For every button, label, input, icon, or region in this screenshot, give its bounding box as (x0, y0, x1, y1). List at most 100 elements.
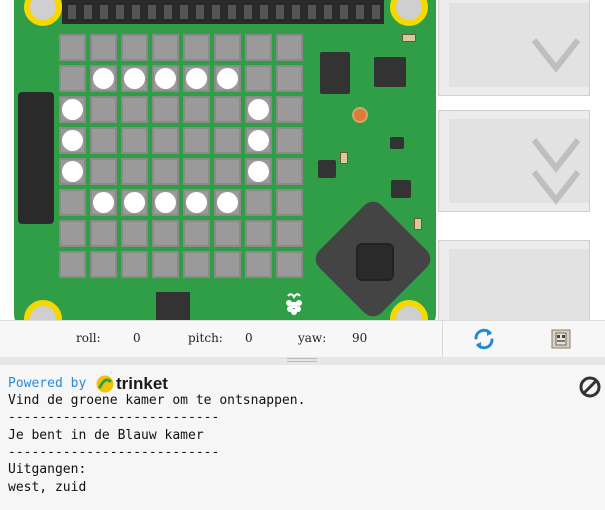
led-pixel (59, 251, 86, 278)
resize-handle[interactable] (287, 358, 317, 364)
powered-by-text: Powered by (8, 376, 87, 391)
led-pixel (276, 65, 303, 92)
side-connector (18, 92, 54, 224)
led-pixel (214, 251, 241, 278)
led-pixel (276, 220, 303, 247)
gpio-pin (164, 5, 172, 19)
led-pixel (245, 158, 272, 185)
sensor-chip (374, 57, 406, 87)
led-pixel (183, 96, 210, 123)
led-lit (155, 192, 176, 213)
led-pixel (276, 96, 303, 123)
led-pixel (276, 189, 303, 216)
led-pixel (90, 220, 117, 247)
led-pixel (121, 34, 148, 61)
led-pixel (214, 189, 241, 216)
led-lit (217, 192, 238, 213)
led-lit (124, 68, 145, 89)
console-line: west, zuid (8, 480, 87, 495)
chip-icon[interactable] (549, 327, 573, 351)
gpio-pin (212, 5, 220, 19)
raspberry-pi-logo (286, 293, 302, 315)
led-pixel (90, 251, 117, 278)
toolbar-divider (442, 321, 443, 357)
led-pixel (59, 34, 86, 61)
sensor-controls: roll: 0 pitch: 0 yaw: 90 (0, 320, 605, 358)
led-pixel (214, 65, 241, 92)
led-lit (248, 99, 269, 120)
led-pixel (214, 220, 241, 247)
led-pixel (90, 65, 117, 92)
led-pixel (214, 34, 241, 61)
led-pixel (183, 127, 210, 154)
led-pixel (152, 34, 179, 61)
led-pixel (121, 220, 148, 247)
led-pixel (121, 251, 148, 278)
led-pixel (245, 189, 272, 216)
led-pixel (276, 127, 303, 154)
console-line: Je bent in de Blauw kamer (8, 428, 204, 443)
gpio-pin (148, 5, 156, 19)
trinket-logo[interactable]: trinket (96, 374, 168, 394)
led-pixel (183, 65, 210, 92)
led-pixel (245, 96, 272, 123)
sensor-chip (391, 180, 411, 198)
led-pixel (245, 127, 272, 154)
led-pixel (121, 189, 148, 216)
led-pixel (121, 158, 148, 185)
led-pixel (121, 65, 148, 92)
roll-value[interactable]: 0 (133, 331, 141, 345)
led-pixel (152, 189, 179, 216)
led-pixel (90, 158, 117, 185)
sense-hat-emulator (0, 0, 605, 320)
led-lit (186, 68, 207, 89)
led-pixel (183, 220, 210, 247)
led-pixel (152, 127, 179, 154)
led-lit (155, 68, 176, 89)
gpio-pin (116, 5, 124, 19)
pitch-value[interactable]: 0 (245, 331, 253, 345)
console-line: --------------------------- (8, 445, 220, 460)
gpio-pin (308, 5, 316, 19)
yaw-value[interactable]: 90 (352, 331, 367, 345)
gpio-pin (244, 5, 252, 19)
console-line: Uitgangen: (8, 462, 87, 477)
led-pixel (245, 65, 272, 92)
joystick-button[interactable] (356, 243, 394, 281)
trinket-logo-icon (96, 375, 114, 393)
led-lit (62, 161, 83, 182)
console-output: Powered by trinket Vind de groene kamer … (0, 365, 605, 510)
refresh-icon[interactable] (472, 327, 496, 351)
led-lit (62, 130, 83, 151)
yaw-label: yaw: (298, 331, 327, 345)
led-pixel (183, 158, 210, 185)
gpio-pin (372, 5, 380, 19)
led-pixel (59, 158, 86, 185)
led-pixel (245, 251, 272, 278)
led-pixel (214, 158, 241, 185)
led-lit (124, 192, 145, 213)
gpio-pin (132, 5, 140, 19)
led-pixel (59, 65, 86, 92)
sensor-chip (320, 52, 350, 94)
roll-label: roll: (76, 331, 101, 345)
led-pixel (90, 96, 117, 123)
gpio-pin (356, 5, 364, 19)
gpio-pin (180, 5, 188, 19)
led-lit (93, 68, 114, 89)
led-pixel (59, 127, 86, 154)
gpio-header (62, 0, 384, 24)
smd-component (414, 218, 422, 230)
stop-icon[interactable] (579, 376, 601, 398)
led-pixel (214, 127, 241, 154)
led-pixel (59, 220, 86, 247)
led-pixel (59, 189, 86, 216)
console-line: Vind de groene kamer om te ontsnappen. (8, 393, 306, 408)
led-pixel (152, 96, 179, 123)
smd-component (402, 34, 416, 42)
led-pixel (183, 34, 210, 61)
led-pixel (183, 251, 210, 278)
led-pixel (90, 189, 117, 216)
gpio-pin (84, 5, 92, 19)
led-lit (217, 68, 238, 89)
